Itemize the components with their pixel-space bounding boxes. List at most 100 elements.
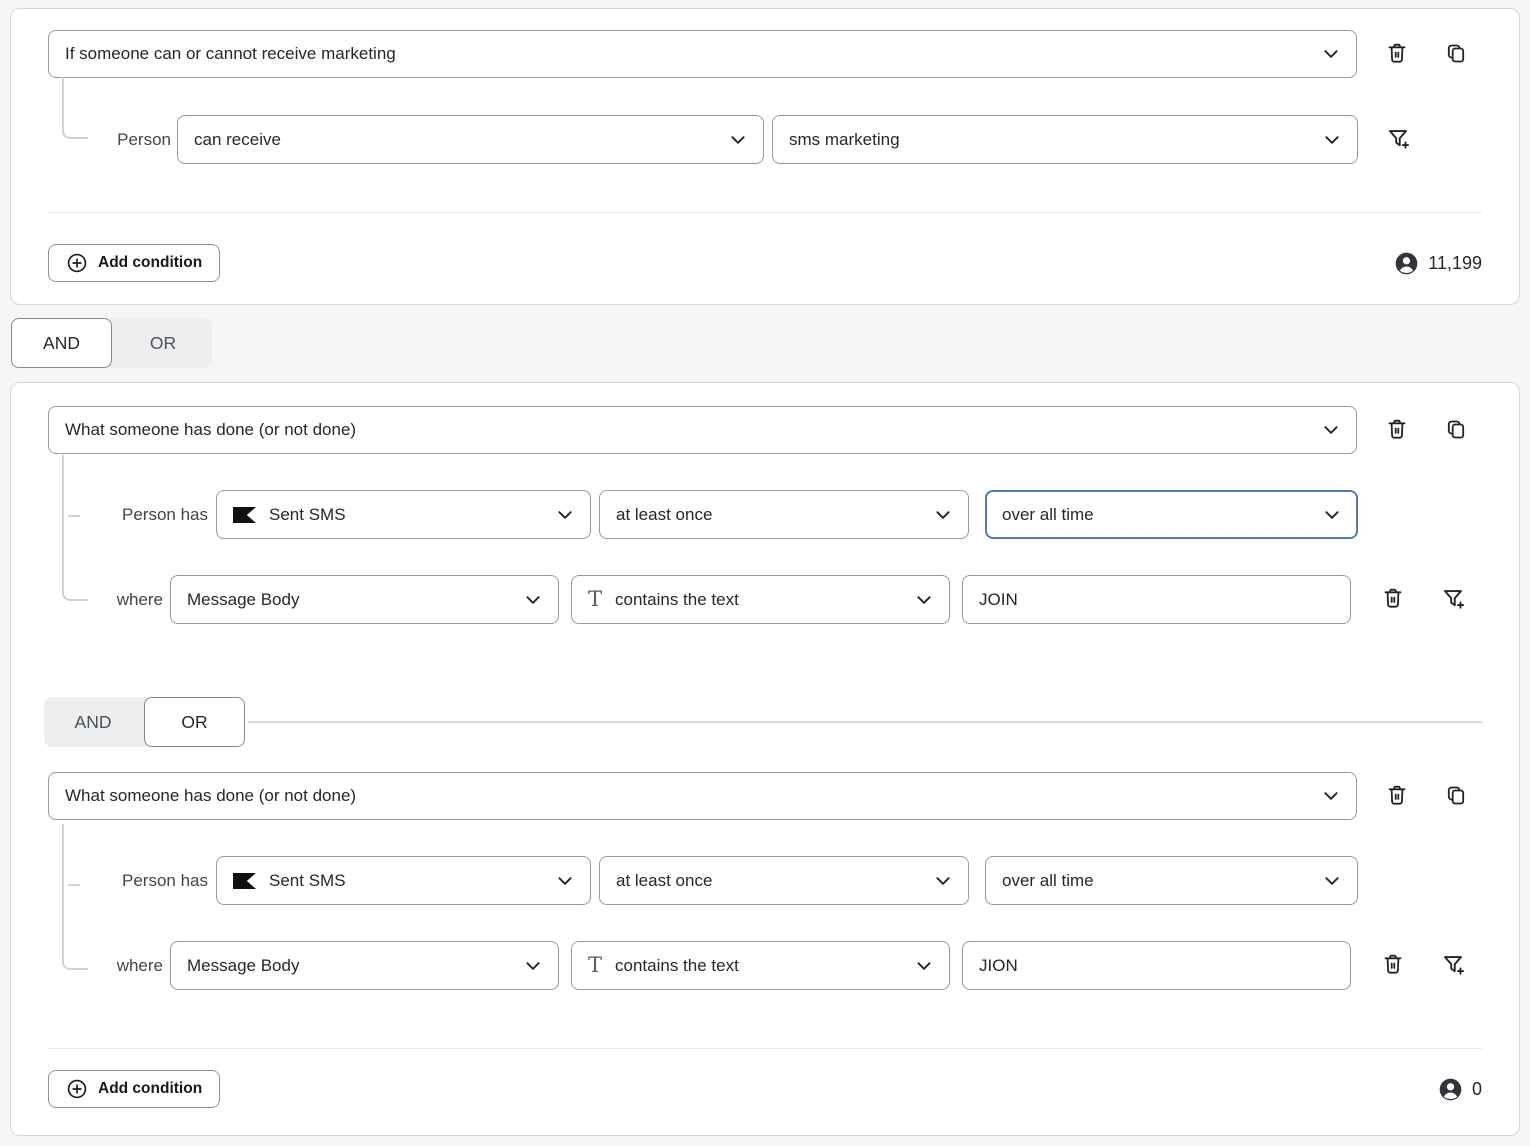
add-condition-label: Add condition: [98, 1080, 202, 1098]
condition-type-value: What someone has done (or not done): [65, 420, 356, 440]
delete-condition-button[interactable]: [1384, 417, 1410, 443]
add-filter-button[interactable]: [1440, 587, 1466, 613]
duplicate-condition-button[interactable]: [1443, 783, 1469, 809]
filter-plus-icon: [1386, 126, 1411, 154]
copy-icon: [1444, 783, 1468, 810]
frequency-dropdown[interactable]: at least once: [599, 490, 969, 539]
trash-icon: [1381, 952, 1405, 979]
profile-count-icon: [1394, 251, 1419, 276]
chevron-down-icon: [934, 506, 952, 524]
add-filter-button[interactable]: [1440, 953, 1466, 979]
chevron-down-icon: [1323, 131, 1341, 149]
chevron-down-icon: [729, 131, 747, 149]
plus-circle-icon: [66, 252, 88, 274]
field-dropdown[interactable]: Message Body: [170, 575, 559, 624]
condition-type-value: If someone can or cannot receive marketi…: [65, 44, 396, 64]
chevron-down-icon: [1322, 45, 1340, 63]
event-dropdown[interactable]: Sent SMS: [216, 490, 591, 539]
divider: [48, 1048, 1482, 1049]
add-condition-button[interactable]: Add condition: [48, 244, 220, 282]
timeframe-dropdown[interactable]: over all time: [985, 490, 1358, 539]
flag-icon: [233, 873, 256, 889]
chevron-down-icon: [915, 591, 933, 609]
filter-plus-icon: [1441, 952, 1466, 980]
chevron-down-icon: [915, 957, 933, 975]
chevron-down-icon: [1323, 872, 1341, 890]
delete-condition-button[interactable]: [1384, 783, 1410, 809]
consent-channel-value: sms marketing: [789, 130, 900, 150]
field-dropdown[interactable]: Message Body: [170, 941, 559, 990]
chevron-down-icon: [1322, 421, 1340, 439]
add-condition-button[interactable]: Add condition: [48, 1070, 220, 1108]
toggle-rule-line: [248, 721, 1482, 723]
add-condition-label: Add condition: [98, 254, 202, 272]
condition-connector-toggle: AND OR: [44, 697, 1482, 747]
condition-type-dropdown[interactable]: What someone has done (or not done): [48, 772, 1357, 820]
tree-connector-tick: [68, 884, 80, 886]
chevron-down-icon: [1322, 787, 1340, 805]
profile-count-value: 11,199: [1428, 253, 1482, 274]
copy-icon: [1444, 417, 1468, 444]
operator-dropdown[interactable]: T contains the text: [571, 941, 950, 990]
event-dropdown[interactable]: Sent SMS: [216, 856, 591, 905]
profile-count: 0: [1438, 1077, 1482, 1102]
delete-filter-button[interactable]: [1380, 587, 1406, 613]
and-toggle-button[interactable]: AND: [44, 697, 152, 747]
event-value: Sent SMS: [269, 871, 346, 891]
condition-type-dropdown[interactable]: What someone has done (or not done): [48, 406, 1357, 454]
timeframe-value: over all time: [1002, 505, 1094, 525]
filter-plus-icon: [1441, 586, 1466, 614]
trash-icon: [1381, 586, 1405, 613]
event-value: Sent SMS: [269, 505, 346, 525]
group-connector-toggle: AND OR: [11, 318, 212, 368]
trash-icon: [1385, 783, 1409, 810]
frequency-value: at least once: [616, 505, 712, 525]
text-value-input[interactable]: [962, 575, 1351, 624]
text-type-icon: T: [588, 589, 602, 610]
text-type-icon: T: [588, 955, 602, 976]
profile-count-icon: [1438, 1077, 1463, 1102]
condition-type-dropdown[interactable]: If someone can or cannot receive marketi…: [48, 30, 1357, 78]
chevron-down-icon: [556, 872, 574, 890]
consent-channel-dropdown[interactable]: sms marketing: [772, 115, 1358, 164]
delete-filter-button[interactable]: [1380, 953, 1406, 979]
or-toggle-button[interactable]: OR: [104, 318, 212, 368]
operator-dropdown[interactable]: T contains the text: [571, 575, 950, 624]
chevron-down-icon: [524, 957, 542, 975]
frequency-dropdown[interactable]: at least once: [599, 856, 969, 905]
frequency-value: at least once: [616, 871, 712, 891]
operator-value: contains the text: [615, 956, 739, 976]
condition-group-1: If someone can or cannot receive marketi…: [10, 8, 1520, 305]
or-toggle-label: OR: [150, 333, 176, 354]
profile-count: 11,199: [1394, 251, 1482, 276]
or-toggle-label: OR: [181, 712, 207, 733]
condition-group-2: What someone has done (or not done) Pers…: [10, 382, 1520, 1136]
profile-count-value: 0: [1472, 1079, 1482, 1100]
trash-icon: [1385, 41, 1409, 68]
and-toggle-label: AND: [75, 712, 112, 733]
field-value: Message Body: [187, 956, 299, 976]
condition-type-value: What someone has done (or not done): [65, 786, 356, 806]
chevron-down-icon: [1323, 506, 1341, 524]
consent-verb-value: can receive: [194, 130, 281, 150]
and-toggle-button[interactable]: AND: [11, 318, 112, 368]
plus-circle-icon: [66, 1078, 88, 1100]
flag-icon: [233, 507, 256, 523]
and-toggle-label: AND: [43, 333, 80, 354]
chevron-down-icon: [934, 872, 952, 890]
tree-connector: [62, 455, 88, 601]
duplicate-condition-button[interactable]: [1443, 41, 1469, 67]
tree-connector: [62, 77, 88, 139]
consent-verb-dropdown[interactable]: can receive: [177, 115, 764, 164]
timeframe-dropdown[interactable]: over all time: [985, 856, 1358, 905]
duplicate-condition-button[interactable]: [1443, 417, 1469, 443]
timeframe-value: over all time: [1002, 871, 1094, 891]
or-toggle-button[interactable]: OR: [144, 697, 245, 747]
tree-connector: [62, 824, 88, 970]
text-value-input[interactable]: [962, 941, 1351, 990]
delete-condition-button[interactable]: [1384, 41, 1410, 67]
copy-icon: [1444, 41, 1468, 68]
chevron-down-icon: [524, 591, 542, 609]
add-filter-button[interactable]: [1385, 127, 1411, 153]
tree-connector-tick: [68, 515, 80, 517]
